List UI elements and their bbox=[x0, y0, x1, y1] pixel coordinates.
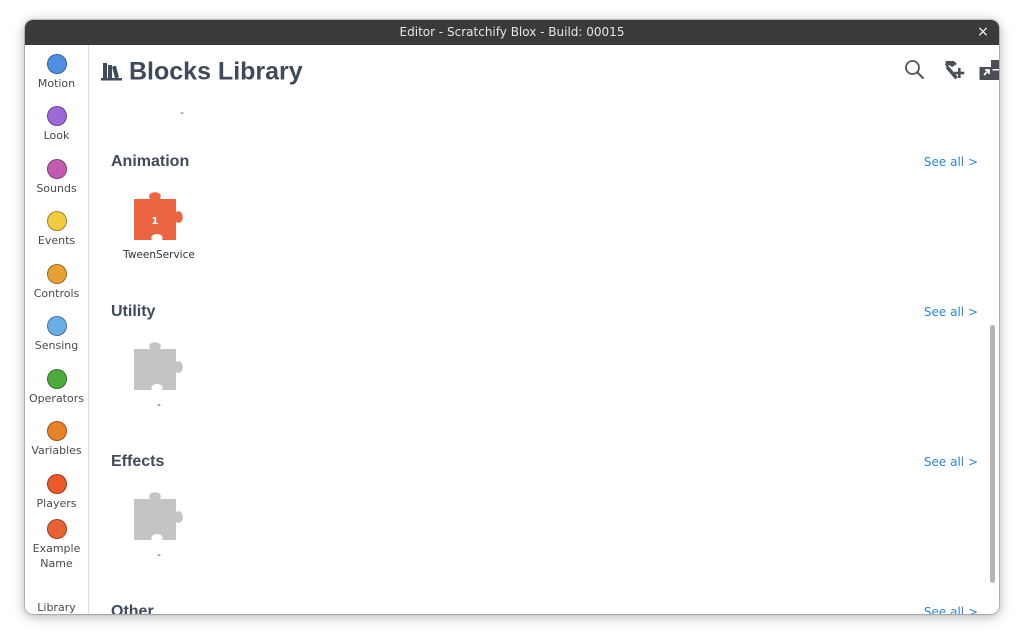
sidebar-item-sounds[interactable]: Sounds bbox=[25, 159, 88, 196]
puzzle-block-icon bbox=[134, 492, 183, 540]
block-badge: 1 bbox=[152, 216, 159, 227]
library-panel: Blocks Library - Animation See all > 1 T… bbox=[89, 45, 999, 614]
sidebar-item-motion[interactable]: Motion bbox=[25, 54, 88, 91]
block-empty[interactable]: - bbox=[109, 338, 209, 412]
section-title-other: Other bbox=[111, 603, 154, 614]
see-all-effects-link[interactable]: See all > bbox=[924, 454, 978, 470]
section-title-utility: Utility bbox=[111, 303, 156, 320]
sidebar-item-label: Controls bbox=[33, 287, 80, 300]
sidebar-item-label: Example Name bbox=[32, 542, 81, 570]
sidebar-item-label: Variables bbox=[31, 444, 82, 457]
editor-window: Editor - Scratchify Blox - Build: 00015 … bbox=[25, 20, 999, 614]
section-title-animation: Animation bbox=[111, 153, 190, 170]
window-title: Editor - Scratchify Blox - Build: 00015 bbox=[399, 25, 625, 39]
puzzle-block-icon: 1 bbox=[134, 192, 183, 240]
sidebar-item-label: Sounds bbox=[36, 182, 77, 195]
category-dot bbox=[46, 264, 67, 284]
sidebar-item-label: Players bbox=[36, 497, 77, 510]
see-all-animation-link[interactable]: See all > bbox=[924, 154, 978, 170]
hammer-plus-icon[interactable] bbox=[940, 58, 965, 82]
close-icon[interactable]: × bbox=[975, 20, 991, 45]
category-dot bbox=[46, 211, 67, 231]
sidebar-item-label: Motion bbox=[37, 77, 76, 90]
blocks-import-icon[interactable] bbox=[978, 58, 999, 82]
sidebar-item-operators[interactable]: Operators bbox=[25, 369, 88, 406]
see-all-utility-link[interactable]: See all > bbox=[924, 304, 978, 320]
vertical-scrollbar[interactable] bbox=[990, 325, 995, 583]
category-dot bbox=[46, 106, 67, 126]
category-dot bbox=[46, 421, 67, 441]
section-title-effects: Effects bbox=[111, 453, 165, 470]
library-icon bbox=[101, 63, 122, 81]
sidebar-item-library[interactable]: Library bbox=[25, 598, 88, 614]
block-empty[interactable]: - bbox=[109, 488, 209, 562]
category-dot bbox=[46, 54, 67, 74]
sidebar-item-variables[interactable]: Variables bbox=[25, 421, 88, 458]
category-sidebar: Motion Look Sounds Events Controls Sensi… bbox=[25, 45, 89, 614]
sidebar-item-sensing[interactable]: Sensing bbox=[25, 316, 88, 353]
category-dot bbox=[46, 519, 67, 539]
top-block-label: - bbox=[180, 106, 184, 119]
category-dot bbox=[46, 159, 67, 179]
see-all-other-link[interactable]: See all > bbox=[924, 604, 978, 614]
search-icon[interactable] bbox=[903, 58, 927, 82]
sidebar-item-controls[interactable]: Controls bbox=[25, 264, 88, 301]
sidebar-item-example-name[interactable]: Example Name bbox=[25, 519, 88, 571]
sidebar-item-look[interactable]: Look bbox=[25, 106, 88, 143]
block-label: - bbox=[157, 399, 161, 411]
sidebar-item-events[interactable]: Events bbox=[25, 211, 88, 248]
category-dot bbox=[46, 474, 67, 494]
sidebar-item-label: Look bbox=[43, 129, 70, 142]
sidebar-item-label: Library bbox=[37, 601, 76, 614]
sidebar-item-players[interactable]: Players bbox=[25, 474, 88, 511]
title-bar: Editor - Scratchify Blox - Build: 00015 … bbox=[25, 20, 999, 45]
block-label: - bbox=[157, 549, 161, 561]
page-title: Blocks Library bbox=[101, 53, 303, 87]
category-dot bbox=[46, 369, 67, 389]
puzzle-block-icon bbox=[134, 342, 183, 390]
sidebar-item-label: Sensing bbox=[34, 339, 79, 352]
block-tweenservice[interactable]: 1 TweenService bbox=[109, 188, 209, 262]
sidebar-item-label: Events bbox=[37, 234, 76, 247]
block-label: TweenService bbox=[123, 249, 195, 261]
category-dot bbox=[46, 316, 67, 336]
sidebar-item-label: Operators bbox=[29, 392, 84, 405]
